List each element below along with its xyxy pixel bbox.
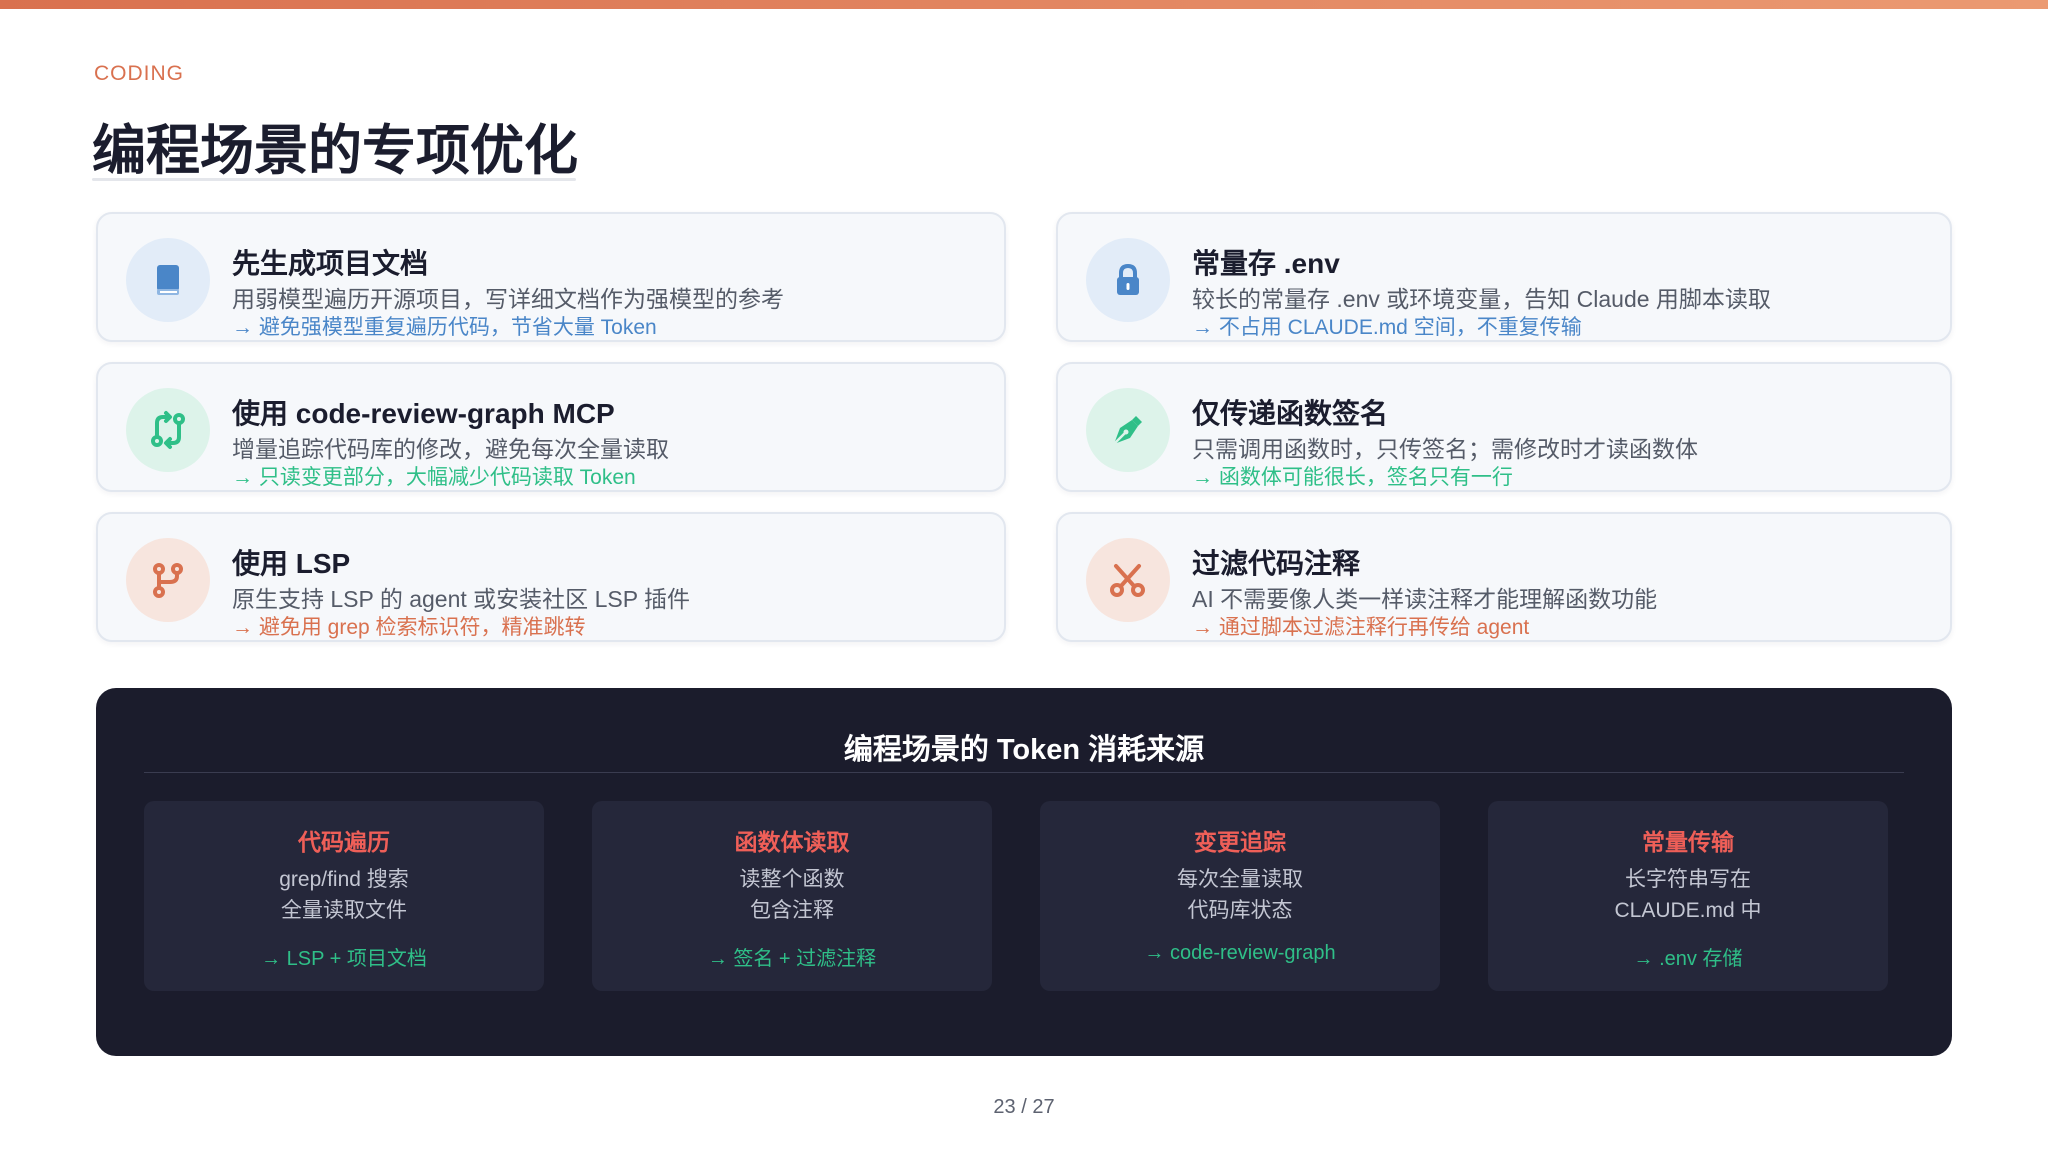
section-kicker: CODING [94, 62, 184, 85]
scissors-icon [1086, 538, 1170, 622]
tip-benefit: → 只读变更部分，大幅减少代码读取 Token [232, 466, 636, 489]
source-fix: → code-review-graph [1144, 942, 1336, 964]
lock-icon [1086, 238, 1170, 322]
source-heading: 代码遍历 [298, 829, 390, 855]
source-card-code-traversal: 代码遍历 grep/find 搜索 全量读取文件 → LSP + 项目文档 [144, 801, 544, 991]
tip-benefit: → 避免用 grep 检索标识符，精准跳转 [232, 616, 586, 639]
tip-benefit: → 不占用 CLAUDE.md 空间，不重复传输 [1192, 316, 1582, 339]
source-heading: 常量传输 [1642, 829, 1734, 855]
source-heading: 函数体读取 [734, 829, 850, 855]
tip-description: 原生支持 LSP 的 agent 或安装社区 LSP 插件 [232, 586, 691, 612]
source-card-change-tracking: 变更追踪 每次全量读取 代码库状态 → code-review-graph [1040, 801, 1440, 991]
source-detail: 每次全量读取 [1177, 868, 1303, 891]
source-fix: → 签名 + 过滤注释 [707, 948, 877, 970]
tip-title: 过滤代码注释 [1192, 548, 1361, 579]
book-icon [126, 238, 210, 322]
panel-title: 编程场景的 Token 消耗来源 [843, 734, 1205, 766]
source-detail: CLAUDE.md 中 [1614, 899, 1762, 922]
tip-card-code-review-graph: 使用 code-review-graph MCP 增量追踪代码库的修改，避免每次… [96, 362, 1006, 492]
tip-title: 使用 LSP [232, 548, 351, 579]
top-accent-bar [0, 0, 2048, 9]
tip-title: 仅传递函数签名 [1192, 398, 1389, 429]
tip-description: 较长的常量存 .env 或环境变量，告知 Claude 用脚本读取 [1192, 286, 1771, 312]
tip-card-function-signature: 仅传递函数签名 只需调用函数时，只传签名；需修改时才读函数体 → 函数体可能很长… [1056, 362, 1952, 492]
tip-title: 常量存 .env [1192, 248, 1340, 279]
git-branch-icon [126, 538, 210, 622]
tip-benefit: → 函数体可能很长，签名只有一行 [1192, 466, 1513, 489]
page-title: 编程场景的专项优化 [92, 121, 578, 181]
source-detail: 读整个函数 [739, 868, 845, 891]
pen-nib-icon [1086, 388, 1170, 472]
tip-card-env-constants: 常量存 .env 较长的常量存 .env 或环境变量，告知 Claude 用脚本… [1056, 212, 1952, 342]
source-detail: 包含注释 [750, 899, 834, 922]
source-card-function-body: 函数体读取 读整个函数 包含注释 → 签名 + 过滤注释 [592, 801, 992, 991]
source-detail: 长字符串写在 [1625, 868, 1751, 891]
tip-description: 只需调用函数时，只传签名；需修改时才读函数体 [1192, 436, 1698, 462]
source-heading: 变更追踪 [1194, 829, 1286, 855]
tip-description: 增量追踪代码库的修改，避免每次全量读取 [232, 436, 669, 462]
tip-title: 先生成项目文档 [232, 248, 429, 279]
source-detail: 全量读取文件 [281, 899, 407, 922]
source-fix: → .env 存储 [1633, 948, 1743, 970]
source-fix: → LSP + 项目文档 [261, 948, 427, 970]
source-card-constant-transfer: 常量传输 长字符串写在 CLAUDE.md 中 → .env 存储 [1488, 801, 1888, 991]
tip-description: 用弱模型遍历开源项目，写详细文档作为强模型的参考 [232, 286, 784, 312]
tip-card-lsp: 使用 LSP 原生支持 LSP 的 agent 或安装社区 LSP 插件 → 避… [96, 512, 1006, 642]
page-number: 23 / 27 [993, 1096, 1055, 1118]
panel-divider [144, 772, 1904, 773]
tip-card-project-docs: 先生成项目文档 用弱模型遍历开源项目，写详细文档作为强模型的参考 → 避免强模型… [96, 212, 1006, 342]
source-detail: grep/find 搜索 [279, 868, 409, 891]
title-underline [92, 178, 576, 181]
tip-title: 使用 code-review-graph MCP [232, 398, 615, 429]
source-detail: 代码库状态 [1187, 899, 1293, 922]
tip-benefit: → 避免强模型重复遍历代码，节省大量 Token [232, 316, 657, 339]
token-sources-panel: 编程场景的 Token 消耗来源 代码遍历 grep/find 搜索 全量读取文… [96, 688, 1952, 1056]
tip-description: AI 不需要像人类一样读注释才能理解函数功能 [1192, 586, 1658, 612]
tip-benefit: → 通过脚本过滤注释行再传给 agent [1192, 616, 1530, 639]
git-compare-icon [126, 388, 210, 472]
tip-card-filter-comments: 过滤代码注释 AI 不需要像人类一样读注释才能理解函数功能 → 通过脚本过滤注释… [1056, 512, 1952, 642]
